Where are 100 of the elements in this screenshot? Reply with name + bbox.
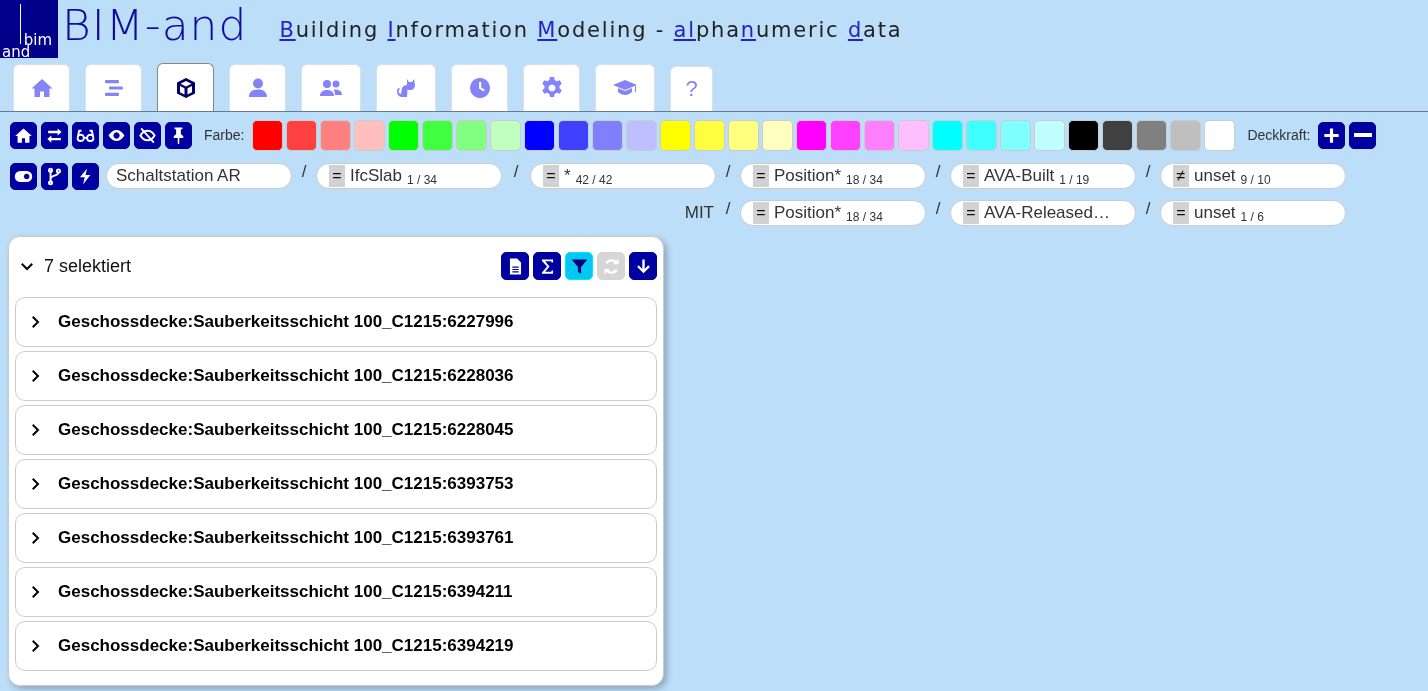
eye-button[interactable] [103,121,130,149]
minus-button[interactable] [1349,121,1377,149]
separator: / [1144,199,1152,219]
element-row[interactable]: Geschossdecke:Sauberkeitsschicht 100_C1215:6394211 [15,567,657,617]
color-swatch[interactable] [694,119,726,151]
filter-condition[interactable]: = AVA-Built 1 / 19 [950,163,1136,189]
element-name: Geschossdecke:Sauberkeitsschicht 100_C1215:6394211 [58,582,513,602]
color-swatch[interactable] [1000,119,1032,151]
element-row[interactable]: Geschossdecke:Sauberkeitsschicht 100_C1215:6228045 [15,405,657,455]
operator-toggle[interactable]: = [963,165,979,187]
color-swatch[interactable] [932,119,964,151]
arrow-down-button[interactable] [629,252,657,280]
color-swatch[interactable] [524,119,556,151]
operator-toggle[interactable]: = [753,202,769,224]
swap-arrows-button[interactable] [41,121,68,149]
color-swatch[interactable] [388,119,420,151]
operator-toggle[interactable]: = [1173,202,1189,224]
operator-toggle[interactable]: = [543,165,559,187]
search-field[interactable]: Schaltstation AR [106,163,292,189]
element-row[interactable]: Geschossdecke:Sauberkeitsschicht 100_C1215:6393761 [15,513,657,563]
filter-condition[interactable]: = AVA-Released… [950,200,1136,226]
color-swatch[interactable] [796,119,828,151]
tab[interactable] [157,63,214,111]
home-button[interactable] [10,121,37,149]
color-swatch[interactable] [1136,119,1168,151]
logo-text: and [2,46,31,58]
filter-button[interactable] [565,252,593,280]
document-button[interactable] [501,252,529,280]
branch-icon [45,166,64,186]
logo-text: bim [23,34,52,46]
element-row[interactable]: Geschossdecke:Sauberkeitsschicht 100_C1215:6227996 [15,297,657,347]
color-swatch[interactable] [728,119,760,151]
element-name: Geschossdecke:Sauberkeitsschicht 100_C1215:6394219 [58,636,514,656]
eye-slash-button[interactable] [134,121,161,149]
panel-toggle[interactable]: 7 selektiert [15,255,132,277]
bolt-button[interactable] [72,162,99,190]
operator-toggle[interactable]: = [329,165,345,187]
filter-condition[interactable]: = Position* 18 / 34 [740,200,926,226]
separator: / [724,199,732,219]
color-swatch[interactable] [422,119,454,151]
color-swatch[interactable] [898,119,930,151]
color-swatch[interactable] [354,119,386,151]
filter-condition[interactable]: = unset 1 / 6 [1160,200,1346,226]
filter-condition[interactable]: = Position* 18 / 34 [740,163,926,189]
element-name: Geschossdecke:Sauberkeitsschicht 100_C1215:6393753 [58,474,514,494]
condition-name: Position* [774,166,842,186]
filter-condition[interactable]: ≠ unset 9 / 10 [1160,163,1346,189]
plus-icon [1322,125,1342,145]
filter-icon [569,256,589,276]
element-name: Geschossdecke:Sauberkeitsschicht 100_C1215:6227996 [58,312,514,332]
home-icon [14,125,33,145]
element-row[interactable]: Geschossdecke:Sauberkeitsschicht 100_C1215:6393753 [15,459,657,509]
color-swatch[interactable] [830,119,862,151]
match-count: 1 / 19 [1059,173,1090,187]
element-name: Geschossdecke:Sauberkeitsschicht 100_C1215:6228036 [58,366,514,386]
color-swatch[interactable] [626,119,658,151]
condition-label: MIT [684,203,715,223]
element-name: Geschossdecke:Sauberkeitsschicht 100_C1215:6393761 [58,528,514,548]
operator-toggle[interactable]: = [753,165,769,187]
refresh-icon [601,256,621,276]
color-swatch[interactable] [320,119,352,151]
color-swatch[interactable] [592,119,624,151]
color-swatch[interactable] [864,119,896,151]
filter-condition[interactable]: = IfcSlab 1 / 34 [316,163,502,189]
operator-toggle[interactable]: ≠ [1173,165,1189,187]
toggle-button[interactable] [10,162,37,190]
sigma-button[interactable] [533,252,561,280]
pin-button[interactable] [165,121,192,149]
color-swatch[interactable] [1204,119,1236,151]
color-swatch[interactable] [660,119,692,151]
color-swatch[interactable] [558,119,590,151]
brand-name: BIM-and [62,5,248,47]
color-swatch[interactable] [490,119,522,151]
glasses-button[interactable] [72,121,99,149]
condition-name: * [564,166,571,186]
color-swatch[interactable] [1170,119,1202,151]
color-swatch[interactable] [1102,119,1134,151]
element-row[interactable]: Geschossdecke:Sauberkeitsschicht 100_C1215:6228036 [15,351,657,401]
plus-button[interactable] [1318,121,1346,149]
color-swatch[interactable] [1034,119,1066,151]
operator-toggle[interactable]: = [963,202,979,224]
separator: / [934,199,942,219]
home-icon [29,76,54,100]
element-name: Geschossdecke:Sauberkeitsschicht 100_C1215:6228045 [58,420,514,440]
element-row[interactable]: Geschossdecke:Sauberkeitsschicht 100_C1215:6394219 [15,621,657,671]
color-swatch[interactable] [966,119,998,151]
color-swatch[interactable] [286,119,318,151]
color-swatch[interactable] [762,119,794,151]
color-label: Farbe: [204,127,245,143]
color-swatch[interactable] [456,119,488,151]
opacity-label: Deckkraft: [1247,127,1311,143]
color-swatch[interactable] [1068,119,1100,151]
color-swatch[interactable] [252,119,284,151]
match-count: 18 / 34 [846,173,883,187]
branch-button[interactable] [41,162,68,190]
separator: / [724,162,732,182]
match-count: 1 / 34 [407,173,437,187]
separator: / [934,162,942,182]
filter-condition[interactable]: = * 42 / 42 [530,163,716,189]
condition-name: AVA-Released… [984,203,1110,223]
